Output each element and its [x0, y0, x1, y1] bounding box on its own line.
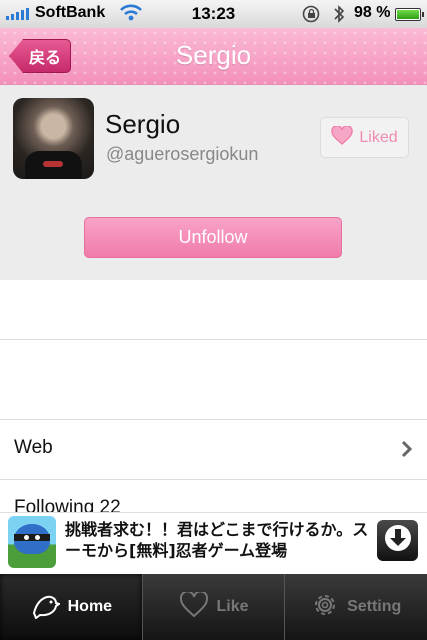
download-icon [383, 523, 413, 558]
profile-handle: @aguerosergiokun [106, 144, 259, 164]
heart-icon [331, 124, 354, 150]
download-button[interactable] [377, 520, 418, 561]
profile-name: Sergio [105, 109, 181, 139]
gear-icon [311, 591, 339, 624]
rotation-lock-icon [302, 5, 322, 28]
bluetooth-icon [333, 4, 345, 29]
page-title: Sergio [175, 40, 252, 70]
profile-header: Sergio @aguerosergiokun Liked Unfollow [0, 85, 427, 280]
navigation-bar: 戻る Sergio [0, 28, 427, 85]
battery-percentage: 98 % [354, 4, 391, 21]
tab-label: Home [67, 598, 113, 615]
heart-icon [179, 590, 209, 623]
list-item [0, 280, 427, 340]
avatar[interactable] [13, 98, 94, 179]
unfollow-button[interactable]: Unfollow [84, 217, 342, 258]
tab-label: Setting [347, 598, 402, 615]
chevron-right-icon [401, 440, 413, 463]
tab-label: Like [216, 598, 249, 615]
tab-home[interactable]: Home [0, 574, 142, 640]
status-bar: SoftBank 13:23 98 % [0, 0, 427, 28]
liked-button[interactable]: Liked [320, 117, 409, 158]
list-item-label: Web [14, 437, 53, 458]
ad-text[interactable]: 挑戦者求む！！君はどこまで行けるか。スーモから[無料]忍者ゲーム登場 [65, 519, 370, 561]
tab-bar: Home Like Setting [0, 574, 427, 640]
bird-icon [30, 591, 61, 624]
list-item [0, 360, 427, 420]
list-item-web[interactable]: Web [0, 420, 427, 480]
tab-setting[interactable]: Setting [285, 574, 427, 640]
liked-label: Liked [359, 128, 398, 146]
tab-like[interactable]: Like [143, 574, 285, 640]
ad-banner[interactable]: 挑戦者求む！！君はどこまで行けるか。スーモから[無料]忍者ゲーム登場 [0, 512, 427, 574]
ad-app-icon[interactable] [8, 516, 56, 568]
battery-icon [395, 8, 424, 21]
